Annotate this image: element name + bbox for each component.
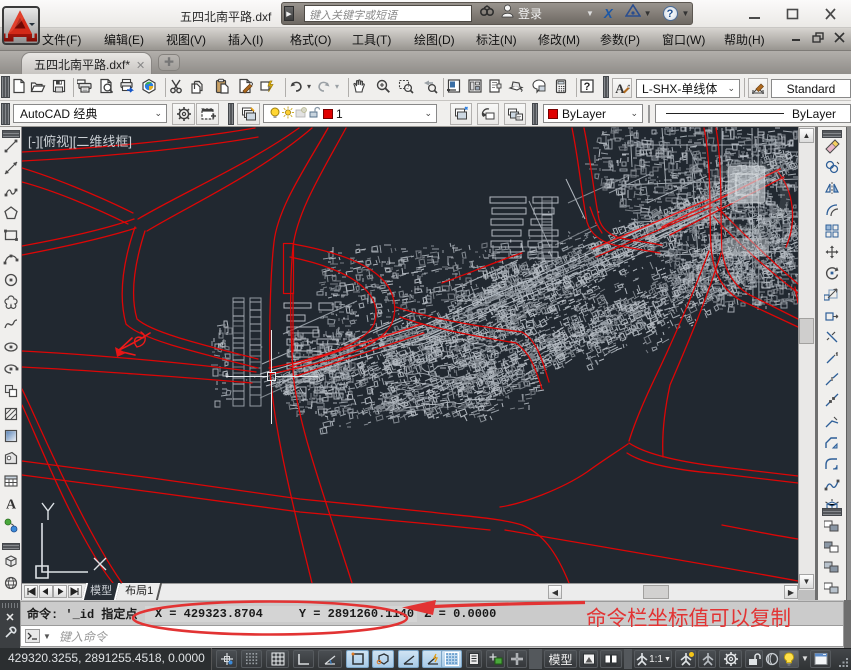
- svg-text:[-][俯视][二维线框]: [-][俯视][二维线框]: [28, 134, 132, 149]
- svg-text:WCS: WCS: [730, 242, 756, 254]
- svg-text:A: A: [6, 497, 17, 511]
- svg-text:命令栏坐标值可以复制: 命令栏坐标值可以复制: [586, 607, 791, 630]
- svg-text:?: ?: [584, 81, 591, 93]
- svg-text:A: A: [615, 81, 625, 96]
